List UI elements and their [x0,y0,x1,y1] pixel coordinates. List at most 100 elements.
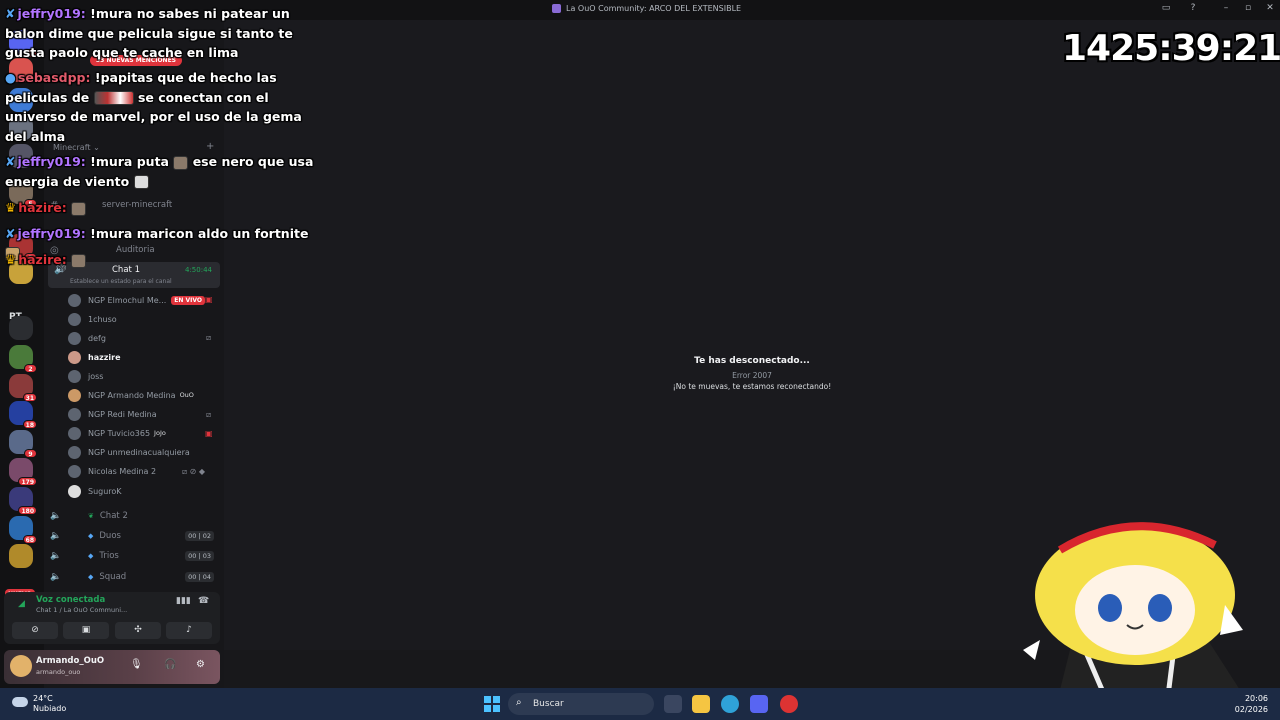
crown-icon: ♛ [5,252,17,267]
sword-icon: ✘ [5,154,16,169]
camera-button[interactable]: ⊘ [12,622,58,639]
mascot-eye [1148,594,1172,622]
taskbar-search[interactable]: ⌕ Buscar [508,693,654,715]
mention-badge: 180 [18,506,37,515]
screen-share-icon: ▣ [205,295,213,304]
avatar [68,312,81,326]
voice-user[interactable]: NGP Redi Medina [68,406,157,422]
voice-user[interactable]: joss [68,368,103,384]
voice-user[interactable]: defg [68,330,106,346]
avatar[interactable] [10,655,32,677]
edge-icon[interactable] [721,695,739,713]
help-icon[interactable]: ? [1186,3,1200,13]
muted-icon: ⧄ ⊘ ◆ [182,467,206,476]
weather-description[interactable]: Nubiado [33,704,66,713]
server-icon[interactable]: 179 [9,458,37,486]
emote-icon [71,253,87,268]
task-view-icon[interactable] [664,695,682,713]
discord-icon[interactable] [750,695,768,713]
server-icon[interactable] [9,544,33,568]
activities-button[interactable]: ✣ [115,622,161,639]
crown-icon: ♛ [5,200,17,215]
cloud-icon[interactable] [12,697,28,707]
chat-username: jeffry019: [17,154,86,169]
inbox-icon[interactable]: ▭ [1159,3,1173,13]
file-explorer-icon[interactable] [692,695,710,713]
live-badge: EN VIVO [171,295,206,305]
diamond-icon: ◆ [88,532,94,540]
chat-message: ● sebasdpp: !papitas que de hecho las pel… [5,68,320,146]
user-icon: ● [5,70,16,85]
microphone-icon[interactable]: 🎙 [130,659,143,670]
voice-user-name: NGP Armando Medina [88,390,176,400]
gear-icon[interactable]: ⚙ [196,659,205,670]
server-icon[interactable] [9,316,33,340]
server-icon[interactable]: 68 [9,516,37,544]
voice-user-name: SuguroK [88,486,122,496]
voice-user-name: 1chuso [88,314,117,324]
start-button[interactable] [484,696,500,712]
app-icon[interactable] [780,695,798,713]
voice-user[interactable]: hazzire [68,349,121,365]
speaker-icon: 🔈 [50,531,62,541]
disconnect-icon[interactable]: ☎ [198,596,209,606]
taskbar-clock[interactable]: 20:06 02/2026 [1224,693,1268,715]
voice-channel-name: Chat 2 [99,511,128,521]
voice-channel[interactable]: 🔈 ◆ Squad 00 | 04 [50,569,220,585]
avatar [68,464,81,478]
voice-user[interactable]: Nicolas Medina 2 [68,463,156,479]
minimize-button[interactable]: – [1219,3,1233,13]
chat-message: ♛ hazire: [5,198,320,218]
headphones-icon[interactable]: 🎧 [164,659,176,670]
avatar [68,293,81,307]
mascot-eye [1098,594,1122,622]
voice-channel-info[interactable]: Chat 1 / La OuO Communi... [36,606,127,614]
user-handle: armando_ouo [36,668,81,676]
screen-share-icon: ▣ [205,429,213,438]
signal-icon[interactable]: ◢ [18,599,25,609]
stream-timer: 1425:39:21 [1062,28,1280,69]
voice-user-name: hazzire [88,352,121,362]
clock-date: 02/2026 [1234,705,1268,714]
voice-channel-name: Duos [99,531,121,541]
chat-username: jeffry019: [17,226,86,241]
mention-badge: 68 [22,535,37,544]
weather-temperature[interactable]: 24°C [33,694,53,703]
server-icon[interactable]: 2 [9,345,37,373]
voice-user-name: NGP unmedinacualquiera [88,447,190,457]
voice-user[interactable]: SuguroK [68,483,122,499]
avatar [68,331,81,345]
close-button[interactable]: ✕ [1263,3,1277,13]
server-icon[interactable]: 31 [9,374,37,402]
chat-message: ✘ jeffry019: !mura puta ese nero que usa … [5,152,320,191]
channel-status[interactable]: Establece un estado para el canal [70,278,172,285]
diamond-icon: ◆ [88,573,94,581]
server-icon[interactable]: 18 [9,401,37,429]
voice-user[interactable]: NGP unmedinacualquiera [68,444,190,460]
voice-user-name: joss [88,371,104,381]
screen: La OuO Community: ARCO DEL EXTENSIBLE ▭ … [0,0,1280,720]
screen-share-button[interactable]: ▣ [63,622,109,639]
noise-suppression-icon[interactable]: ▮▮▮ [176,596,191,606]
voice-connected-panel: ◢ Voz conectada Chat 1 / La OuO Communi.… [4,592,220,644]
chat-message: ♛ hazire: [5,250,320,270]
avatar [68,484,81,498]
avatar [68,445,81,459]
voice-user[interactable]: NGP Elmochul Me... EN VIVO [68,292,206,308]
voice-channel[interactable]: 🔈 ◆ Duos 00 | 02 [50,528,220,544]
voice-user[interactable]: 1chuso [68,311,117,327]
user-tag: JoJo [154,429,166,437]
soundboard-button[interactable]: ♪ [166,622,212,639]
window-title: La OuO Community: ARCO DEL EXTENSIBLE [552,4,741,13]
voice-channel[interactable]: 🔈 ❦ Chat 2 [50,508,220,524]
voice-channel[interactable]: 🔈 ◆ Trios 00 | 03 [50,548,220,564]
deafened-icon: ⧄ [206,410,212,419]
clock-time: 20:06 [1244,694,1268,703]
voice-user[interactable]: NGP Armando Medina OuO [68,387,194,403]
server-icon[interactable]: 9 [9,430,37,458]
voice-user[interactable]: NGP Tuvicio365 JoJo [68,425,166,441]
maximize-button[interactable]: ▫ [1241,3,1255,13]
diamond-icon: ◆ [88,552,94,560]
server-icon[interactable]: 180 [9,487,37,515]
chat-username: sebasdpp: [17,70,91,85]
